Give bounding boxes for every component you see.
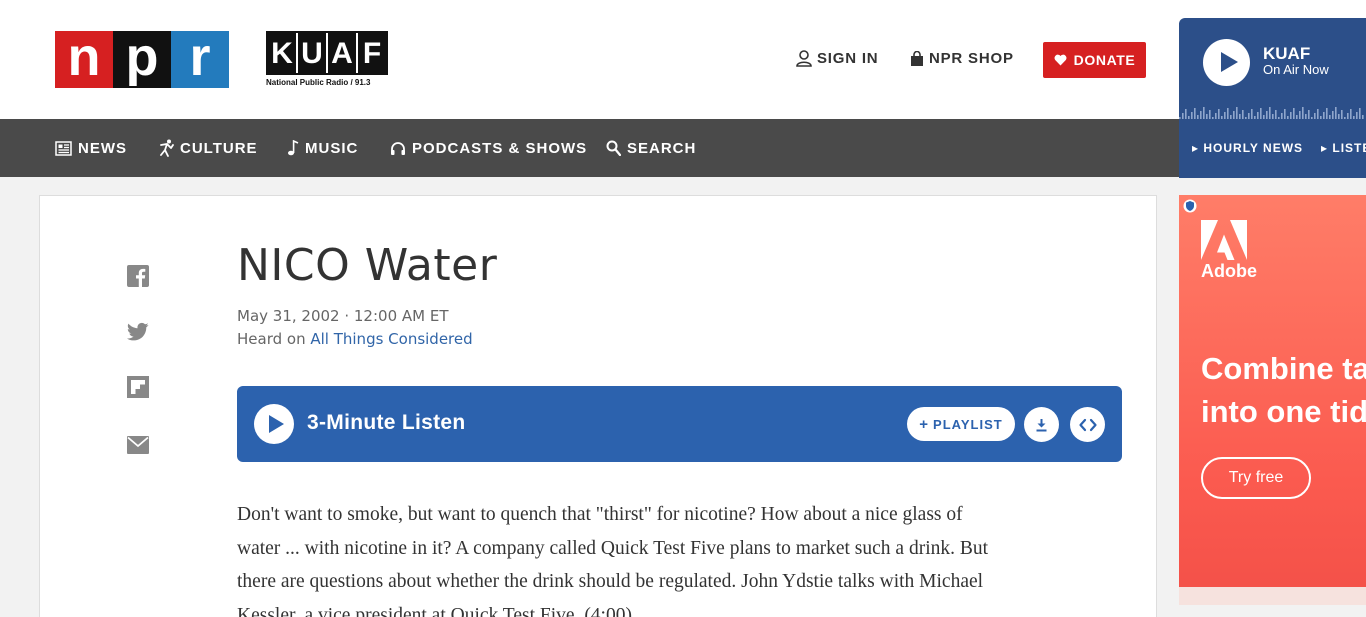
audio-waveform-icon	[1179, 107, 1364, 120]
audio-player: 3-Minute Listen + PLAYLIST	[237, 386, 1122, 462]
plus-icon: +	[919, 415, 930, 433]
play-triangle-icon: ▸	[1192, 141, 1204, 155]
station-link-hourly-news[interactable]: ▸ HOURLY NEWS	[1192, 141, 1303, 155]
adobe-logo-icon	[1201, 220, 1247, 260]
sign-in-link[interactable]: SIGN IN	[796, 50, 878, 67]
ad-brand: Adobe	[1201, 261, 1257, 281]
play-triangle-icon: ▸	[1321, 141, 1333, 155]
station-logo-letter: A	[328, 33, 358, 73]
audio-title: 3-Minute Listen	[307, 411, 466, 434]
nav-label: SEARCH	[627, 139, 697, 157]
twitter-icon[interactable]	[127, 321, 149, 343]
audio-play-button[interactable]	[254, 404, 294, 444]
add-to-playlist-button[interactable]: + PLAYLIST	[907, 407, 1015, 441]
nav-label: PODCASTS & SHOWS	[412, 139, 588, 157]
station-name: KUAF	[1263, 44, 1311, 63]
nav-label: NEWS	[78, 139, 127, 157]
headphones-icon	[391, 141, 405, 155]
advertisement[interactable]: Adobe Combine ta into one tid Try free	[1179, 195, 1366, 605]
station-play-button[interactable]	[1203, 39, 1250, 86]
ad-headline-line: Combine ta	[1201, 351, 1366, 386]
station-logo[interactable]: K U A F National Public Radio / 91.3	[266, 31, 388, 89]
station-logo-tagline: National Public Radio / 91.3	[266, 78, 371, 87]
culture-icon	[160, 139, 174, 157]
npr-logo-p: p	[113, 30, 171, 88]
article-body: Don't want to smoke, but want to quench …	[237, 504, 989, 617]
donate-label: DONATE	[1073, 52, 1136, 68]
ad-preview-strip	[1179, 587, 1366, 605]
download-button[interactable]	[1024, 407, 1059, 442]
ad-headline: Combine ta into one tid	[1201, 347, 1366, 433]
ad-headline-line: into one tid	[1201, 394, 1366, 429]
nav-label: CULTURE	[180, 139, 258, 157]
nav-item-podcasts-shows[interactable]: PODCASTS & SHOWS	[390, 119, 587, 177]
heart-icon	[1054, 54, 1067, 66]
main-nav: NEWS CULTURE MUSIC PODCASTS & SHOWS SEAR…	[0, 119, 1179, 177]
shopping-bag-icon	[911, 50, 923, 66]
music-note-icon	[288, 140, 299, 156]
npr-logo-r: r	[171, 30, 229, 88]
ad-cta-button[interactable]: Try free	[1201, 457, 1311, 499]
nav-item-search[interactable]: SEARCH	[606, 119, 696, 177]
ad-choices-icon[interactable]	[1183, 199, 1197, 213]
station-status: On Air Now	[1263, 62, 1329, 77]
email-icon[interactable]	[127, 434, 149, 456]
station-player-panel: KUAF On Air Now ▸ HOURLY NEWS ▸ LISTE	[1179, 18, 1366, 178]
facebook-icon[interactable]	[127, 265, 149, 287]
npr-logo[interactable]: n p r	[55, 30, 229, 88]
station-logo-letter: K	[268, 33, 298, 73]
article-card: NICO Water May 31, 2002 · 12:00 AM ET He…	[39, 195, 1157, 617]
heard-on-line: Heard on All Things Considered	[237, 330, 473, 348]
nav-item-music[interactable]: MUSIC	[287, 119, 358, 177]
heard-on-prefix: Heard on	[237, 330, 311, 348]
embed-button[interactable]	[1070, 407, 1105, 442]
download-icon	[1036, 418, 1047, 431]
page-title: NICO Water	[237, 240, 498, 291]
site-header: n p r K U A F National Public Radio / 91…	[0, 0, 1366, 119]
playlist-label: PLAYLIST	[933, 416, 1003, 432]
embed-code-icon	[1078, 418, 1097, 431]
station-logo-letter: U	[298, 33, 328, 73]
newspaper-icon	[55, 140, 72, 156]
npr-shop-link[interactable]: NPR SHOP	[910, 50, 1014, 67]
station-link-label: HOURLY NEWS	[1203, 141, 1304, 155]
flipboard-icon[interactable]	[127, 376, 149, 398]
user-icon	[796, 50, 812, 67]
nav-item-culture[interactable]: CULTURE	[159, 119, 258, 177]
station-link-label: LISTE	[1332, 141, 1366, 155]
station-logo-letter: F	[358, 33, 386, 73]
program-link[interactable]: All Things Considered	[310, 330, 472, 348]
sign-in-label: SIGN IN	[817, 50, 879, 67]
article-date: May 31, 2002 · 12:00 AM ET	[237, 307, 449, 325]
nav-item-news[interactable]: NEWS	[55, 119, 127, 177]
nav-label: MUSIC	[305, 139, 359, 157]
npr-logo-n: n	[55, 30, 113, 88]
search-icon	[606, 140, 621, 156]
station-link-listen[interactable]: ▸ LISTE	[1321, 141, 1366, 155]
npr-shop-label: NPR SHOP	[929, 50, 1014, 67]
donate-button[interactable]: DONATE	[1043, 42, 1146, 78]
